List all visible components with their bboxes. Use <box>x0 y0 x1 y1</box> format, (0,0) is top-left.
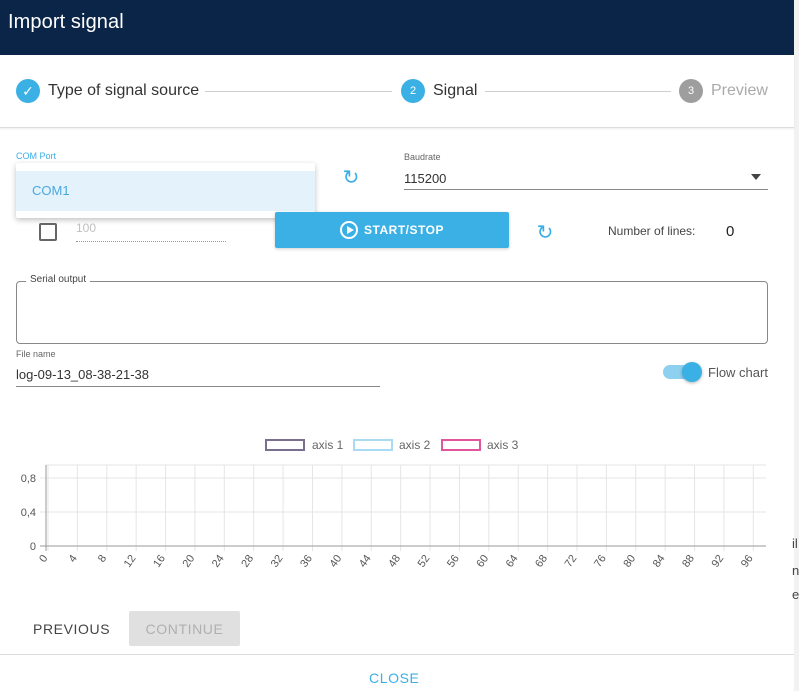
legend-label-axis-1[interactable]: axis 1 <box>312 438 343 452</box>
x-tick-label: 28 <box>239 553 256 570</box>
baudrate-underline <box>404 189 768 190</box>
footer-divider <box>0 654 794 655</box>
number-of-lines-value: 0 <box>726 223 735 240</box>
lines-input-underline <box>76 241 226 242</box>
continue-button[interactable]: CONTINUE <box>129 611 240 646</box>
background-page-strip: il n e <box>792 0 799 691</box>
stepper: ✓ Type of signal source 2 Signal 3 Previ… <box>0 55 794 128</box>
x-tick-label: 16 <box>151 553 168 570</box>
chevron-down-icon[interactable] <box>751 174 761 180</box>
lines-limit-checkbox[interactable] <box>39 223 57 241</box>
reset-lines-icon[interactable]: ↻ <box>535 223 555 243</box>
file-name-label: File name <box>16 349 56 359</box>
x-tick-label: 92 <box>710 553 727 570</box>
start-stop-button[interactable]: START/STOP <box>275 212 509 248</box>
legend-swatch-axis-3[interactable] <box>441 439 481 451</box>
file-name-input[interactable]: log-09-13_08-38-21-38 <box>16 367 149 382</box>
com-port-dropdown: COM1 <box>16 163 315 218</box>
x-tick-label: 84 <box>651 553 668 570</box>
x-tick-label: 12 <box>122 553 139 570</box>
x-tick-label: 88 <box>680 553 697 570</box>
com-port-label: COM Port <box>16 151 57 161</box>
x-tick-label: 48 <box>386 553 403 570</box>
x-tick-label: 20 <box>181 553 198 570</box>
flow-chart-toggle-knob[interactable] <box>682 362 702 382</box>
refresh-ports-icon[interactable]: ↻ <box>341 168 361 188</box>
signal-chart: 00,40,80 4 8 12 16 20 24 28 32 36 40 44 48 52 56 60 64 68… <box>21 464 766 570</box>
dialog-title: Import signal <box>8 11 124 33</box>
x-tick-label: 4 <box>67 553 80 565</box>
x-tick-label: 76 <box>592 553 609 570</box>
step-connector <box>485 91 671 92</box>
x-tick-label: 80 <box>621 553 638 570</box>
baudrate-select[interactable]: 115200 <box>404 171 446 186</box>
number-of-lines-label: Number of lines: <box>608 224 696 238</box>
step-label-source: Type of signal source <box>48 82 200 99</box>
legend-swatch-axis-1[interactable] <box>265 439 305 451</box>
step-number-2: 2 <box>401 79 425 103</box>
check-icon: ✓ <box>16 79 40 103</box>
x-tick-label: 60 <box>474 553 491 570</box>
step-label-signal: Signal <box>433 82 478 99</box>
com-port-option[interactable]: COM1 <box>16 171 315 211</box>
x-tick-label: 52 <box>416 553 433 570</box>
x-tick-label: 40 <box>327 553 344 570</box>
x-tick-label: 68 <box>533 553 550 570</box>
previous-button[interactable]: PREVIOUS <box>33 621 110 637</box>
step-label-preview: Preview <box>711 82 768 99</box>
x-tick-label: 24 <box>210 553 227 570</box>
x-tick-label: 0 <box>37 553 50 565</box>
dialog-header: Import signal <box>0 0 794 55</box>
step-connector <box>205 91 392 92</box>
baudrate-label: Baudrate <box>404 152 441 162</box>
x-tick-label: 44 <box>357 553 374 570</box>
close-button[interactable]: CLOSE <box>369 670 419 686</box>
legend-swatch-axis-2[interactable] <box>353 439 393 451</box>
y-tick-label: 0 <box>30 541 36 553</box>
y-tick-label: 0,8 <box>21 473 36 485</box>
lines-input[interactable]: 100 <box>76 221 96 235</box>
serial-output-label: Serial output <box>26 274 91 285</box>
legend-label-axis-3[interactable]: axis 3 <box>487 438 518 452</box>
flow-chart-label: Flow chart <box>708 365 768 380</box>
legend-label-axis-2[interactable]: axis 2 <box>399 438 430 452</box>
background-text-fragment: e <box>792 587 799 602</box>
x-tick-label: 8 <box>96 553 109 565</box>
x-tick-label: 72 <box>563 553 580 570</box>
y-tick-label: 0,4 <box>21 507 36 519</box>
x-tick-label: 32 <box>269 553 286 570</box>
x-tick-label: 36 <box>298 553 315 570</box>
x-tick-label: 64 <box>504 553 521 570</box>
play-icon <box>340 221 359 239</box>
step-number-3: 3 <box>679 79 703 103</box>
file-name-underline <box>16 386 380 387</box>
x-tick-label: 56 <box>445 553 462 570</box>
serial-output-box[interactable] <box>16 281 768 344</box>
x-tick-label: 96 <box>739 553 756 570</box>
start-stop-label: START/STOP <box>364 223 444 237</box>
